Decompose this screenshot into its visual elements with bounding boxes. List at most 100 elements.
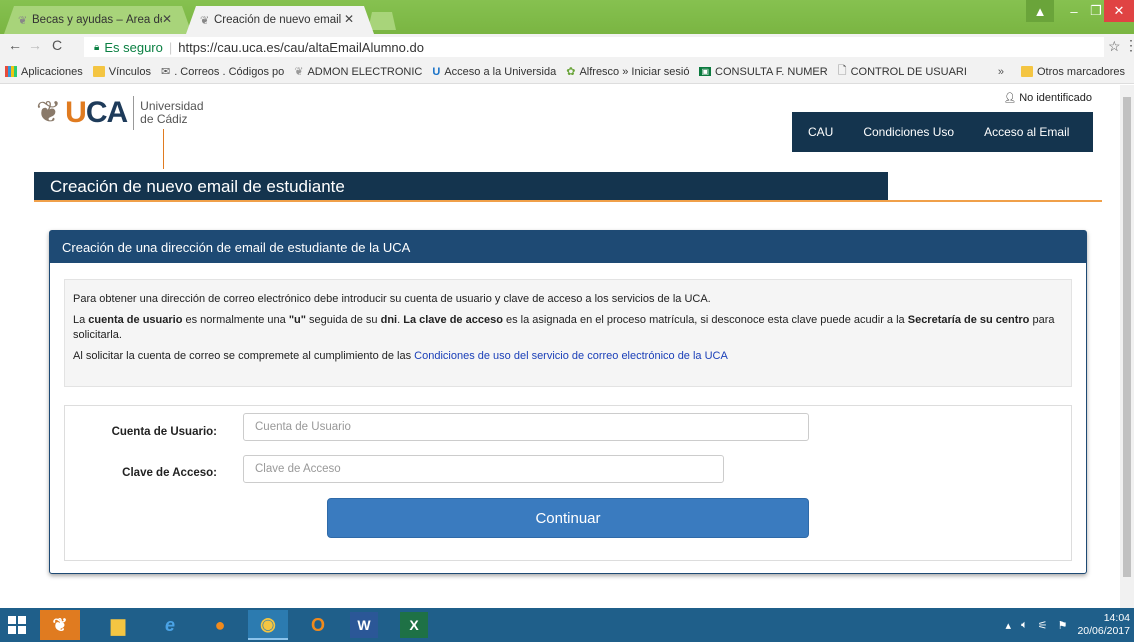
bookmark-label: CONTROL DE USUARI [850,65,967,78]
scrollbar-thumb[interactable] [1123,97,1131,577]
word-icon[interactable]: W [350,612,378,638]
new-tab-button[interactable] [368,12,396,30]
forward-arrow-icon[interactable]: → [28,37,42,53]
gmail-icon: ✉ [160,66,171,78]
page-icon: 🗋 [837,65,847,77]
bookmark-apps[interactable]: Aplicaciones [0,66,88,78]
access-key-input[interactable] [243,455,724,483]
network-icon[interactable]: ⚟ [1038,619,1048,632]
user-profile-icon[interactable]: ▲ [1026,0,1054,22]
bookmark-label: ADMON ELECTRONIC [307,65,423,78]
logo-subtitle: Universidad de Cádiz [140,98,204,126]
user-status: 👤︎ No identificado [1004,92,1092,104]
decorative-line [163,129,164,169]
flag-icon[interactable]: ⚑ [1058,619,1068,632]
windows-start-icon[interactable] [8,616,26,634]
bookmark-label: Vínculos [108,65,151,78]
nav-cau-link[interactable]: CAU [808,125,833,139]
logo-subtitle-line2: de Cádiz [140,111,188,126]
info-box: Para obtener una dirección de correo ele… [64,279,1072,387]
login-form: Cuenta de Usuario: Clave de Acceso: Cont… [64,405,1072,561]
browser-tab-strip: ❦ Becas y ayudas – Área de ✕ ❦ Creación … [0,0,1134,34]
password-label: Clave de Acceso: [122,467,217,479]
bookmark-control-usuarios[interactable]: 🗋 CONTROL DE USUARI [833,62,972,81]
internet-explorer-icon[interactable]: e [150,610,190,640]
bookmark-vinculos[interactable]: Vínculos [88,66,156,78]
continue-button[interactable]: Continuar [327,498,809,538]
uca-favicon-icon: ❦ [200,15,210,27]
user-status-text: No identificado [1019,92,1092,104]
close-window-icon[interactable]: ✕ [1104,0,1134,22]
system-tray: ▴ 🔈︎ ⚟ ⚑ 14:04 20/06/2017 [1006,608,1134,642]
info-paragraph-2: La cuenta de usuario es normalmente una … [73,314,1055,341]
panel-heading: Creación de una dirección de email de es… [50,231,1086,263]
address-bar[interactable]: 🔒︎ Es seguro | https://cau.uca.es/cau/al… [84,37,1104,57]
conditions-link[interactable]: Condiciones de uso del servicio de corre… [414,350,728,362]
logo-divider [133,95,135,130]
bookmark-alfresco[interactable]: ✿ Alfresco » Iniciar sesió [561,65,694,79]
url-text: https://cau.uca.es/cau/altaEmailAlumno.d… [178,39,424,55]
alfresco-icon: ✿ [566,66,576,78]
uca-favicon-icon: ❦ [18,15,28,27]
nav-conditions-link[interactable]: Condiciones Uso [863,125,954,139]
bookmark-star-icon[interactable]: ☆ [1108,38,1121,55]
secure-label: Es seguro [104,39,163,55]
clock-time: 14:04 [1103,612,1130,624]
back-arrow-icon[interactable]: ← [8,37,22,53]
chrome-icon[interactable]: ◉ [248,610,288,640]
u-icon: U [432,65,441,78]
tab-title: Creación de nuevo email [214,14,342,26]
chevron-up-icon[interactable]: ▴ [1006,619,1012,632]
junta-icon: ▣ [699,67,712,76]
tab-title: Becas y ayudas – Área de [32,14,162,26]
file-explorer-icon[interactable]: ▆ [98,610,138,640]
clock[interactable]: 14:04 20/06/2017 [1077,612,1130,638]
top-navigation: CAU Condiciones Uso Acceso al Email [792,112,1093,152]
bookmark-label: CONSULTA F. NUMER [715,65,828,78]
bookmark-acceso-universidad[interactable]: U Acceso a la Universida [427,66,561,78]
close-icon[interactable]: ✕ [344,12,354,26]
bookmarks-bar: Aplicaciones Vínculos ✉. Correos . Códig… [0,60,1134,84]
bookmark-label: Otros marcadores [1036,65,1125,78]
user-icon: 👤︎ [1003,93,1017,104]
title-underline [34,200,1102,202]
bookmark-consulta[interactable]: ▣ CONSULTA F. NUMER [694,66,832,78]
volume-icon[interactable]: 🔈︎ [1021,619,1028,632]
clock-date: 20/06/2017 [1077,625,1130,637]
bookmark-label: Aplicaciones [21,65,83,78]
reload-icon[interactable]: C [52,37,62,53]
excel-icon[interactable]: X [400,612,428,638]
info-paragraph-1: Para obtener una dirección de correo ele… [73,293,711,305]
separator: | [168,39,173,55]
nav-email-access-link[interactable]: Acceso al Email [984,125,1069,139]
uca-logo[interactable]: ❦ UCA Universidad de Cádiz [36,95,204,130]
bookmark-label: Acceso a la Universida [444,65,557,78]
tab-creacion-email[interactable]: ❦ Creación de nuevo email ✕ [186,6,374,34]
lock-icon: 🔒︎ [94,41,100,53]
page-title: Creación de nuevo email de estudiante [34,172,888,200]
bookmarks-overflow-button[interactable]: » [998,66,1004,78]
user-account-input[interactable] [243,413,809,441]
bookmark-label: . Correos . Códigos po [174,65,285,78]
user-label: Cuenta de Usuario: [111,426,217,438]
firefox-icon[interactable]: ● [200,610,240,640]
page-scrollbar[interactable] [1120,85,1134,608]
folder-icon [92,66,105,77]
uca-emblem-icon: ❦ [36,96,62,129]
menu-dots-icon[interactable]: ⋮ [1124,37,1134,54]
bookmark-otros-marcadores[interactable]: Otros marcadores [1016,66,1130,78]
uca-app-icon[interactable]: ❦ [40,610,80,640]
browser-toolbar: ← → C 🔒︎ Es seguro | https://cau.uca.es/… [0,34,1134,60]
page-content: ❦ UCA Universidad de Cádiz 👤︎ No identifi… [0,85,1120,608]
bookmark-correos[interactable]: ✉. Correos . Códigos po [156,65,289,79]
outlook-icon[interactable]: O [298,610,338,640]
logo-text: UCA [65,95,128,129]
bookmark-label: Alfresco » Iniciar sesió [579,65,690,78]
close-icon[interactable]: ✕ [162,12,172,26]
apps-icon [5,66,17,77]
tab-becas[interactable]: ❦ Becas y ayudas – Área de ✕ [4,6,192,34]
windows-taskbar: ❦ ▆ e ● ◉ O W X ▴ 🔈︎ ⚟ ⚑ 14:04 20/06/201… [0,608,1134,642]
uca-icon: ❦ [294,66,304,78]
logo-subtitle-line1: Universidad [140,98,204,113]
bookmark-admon[interactable]: ❦ ADMON ELECTRONIC [289,65,427,79]
